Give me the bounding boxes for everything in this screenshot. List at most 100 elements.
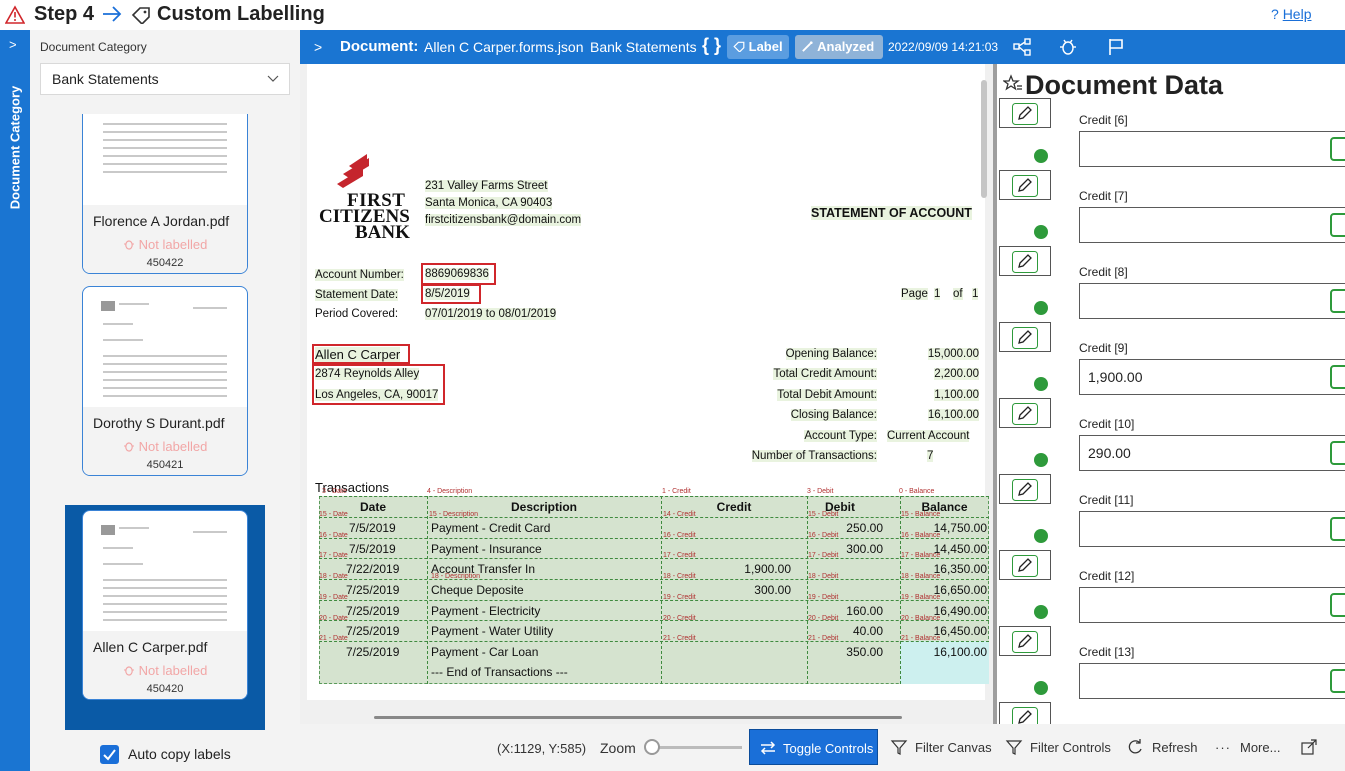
table-cell-description[interactable]: Payment - Car Loan <box>431 645 538 659</box>
filter-controls-button[interactable]: Filter Controls <box>1030 740 1111 755</box>
table-cell-date[interactable]: 7/25/2019 <box>346 604 399 618</box>
category-select[interactable]: Bank Statements <box>40 63 290 95</box>
filter-canvas-button[interactable]: Filter Canvas <box>915 740 992 755</box>
table-cell-balance[interactable]: 14,750.00 <box>934 521 987 535</box>
refresh-icon[interactable] <box>1126 738 1144 756</box>
label-box-customer-name[interactable] <box>312 344 410 364</box>
label-box-account-number[interactable] <box>421 263 496 285</box>
table-cell-credit[interactable]: 1,900.00 <box>744 562 791 576</box>
page-number[interactable]: 1 <box>934 288 941 300</box>
field-action-button[interactable] <box>1330 669 1345 693</box>
category-rail[interactable]: > Document Category <box>0 30 30 771</box>
summary-label[interactable]: Account Type: <box>804 430 877 442</box>
table-cell-balance[interactable]: 16,100.00 <box>934 645 987 659</box>
document-card[interactable]: Florence A Jordan.pdf Not labelled 45042… <box>82 114 248 274</box>
help-link[interactable]: ? Help <box>1271 6 1311 22</box>
field-input[interactable] <box>1079 207 1345 243</box>
edit-button[interactable] <box>999 322 1051 352</box>
summary-value[interactable]: 7 <box>927 450 934 462</box>
field-input[interactable]: 1,900.00 <box>1079 359 1345 395</box>
account-number-label[interactable]: Account Number: <box>315 269 404 281</box>
page-of[interactable]: of <box>953 288 963 300</box>
table-cell-debit[interactable]: 250.00 <box>846 521 883 535</box>
horizontal-scrollbar[interactable] <box>374 716 902 719</box>
field-input[interactable] <box>1079 663 1345 699</box>
field-action-button[interactable] <box>1330 213 1345 237</box>
label-box-customer-address[interactable] <box>312 364 445 405</box>
page-label[interactable]: Page <box>901 288 928 300</box>
summary-label[interactable]: Closing Balance: <box>790 409 877 421</box>
period-value[interactable]: 07/01/2019 to 08/01/2019 <box>425 308 557 320</box>
summary-value[interactable]: 2,200.00 <box>934 368 979 380</box>
field-input[interactable] <box>1079 587 1345 623</box>
summary-label[interactable]: Opening Balance: <box>785 348 877 360</box>
edit-button[interactable] <box>999 170 1051 200</box>
table-cell-debit[interactable]: 160.00 <box>846 604 883 618</box>
document-card[interactable]: Dorothy S Durant.pdf Not labelled 450421 <box>82 286 248 476</box>
table-cell-debit[interactable]: 350.00 <box>846 645 883 659</box>
share-icon[interactable] <box>1012 37 1032 57</box>
zoom-slider-track[interactable] <box>648 746 742 749</box>
field-action-button[interactable] <box>1330 517 1345 541</box>
json-braces-icon[interactable]: { } <box>702 35 721 56</box>
field-action-button[interactable] <box>1330 593 1345 617</box>
statement-title[interactable]: STATEMENT OF ACCOUNT <box>811 206 972 220</box>
summary-value[interactable]: 15,000.00 <box>927 348 979 360</box>
filter-icon[interactable] <box>890 738 908 756</box>
flag-icon[interactable] <box>1106 37 1126 57</box>
table-cell-description[interactable]: Payment - Water Utility <box>431 624 553 638</box>
refresh-button[interactable]: Refresh <box>1152 740 1198 755</box>
vertical-scrollbar[interactable] <box>981 80 987 198</box>
edit-button[interactable] <box>999 474 1051 504</box>
table-cell-description[interactable]: Cheque Deposite <box>431 583 524 597</box>
table-cell-debit[interactable]: 300.00 <box>846 542 883 556</box>
summary-label[interactable]: Total Credit Amount: <box>773 368 877 380</box>
filter-icon[interactable] <box>1005 738 1023 756</box>
edit-button[interactable] <box>999 550 1051 580</box>
popout-icon[interactable] <box>1300 738 1318 756</box>
checkbox-checked[interactable] <box>100 745 119 764</box>
table-cell-date[interactable]: 7/25/2019 <box>346 624 399 638</box>
field-action-button[interactable] <box>1330 137 1345 161</box>
toggle-controls-button[interactable]: Toggle Controls <box>749 729 878 765</box>
more-ellipsis-icon[interactable]: ··· <box>1215 740 1231 755</box>
bug-icon[interactable] <box>1058 37 1078 57</box>
edit-button[interactable] <box>999 398 1051 428</box>
table-cell-description[interactable]: Payment - Credit Card <box>431 521 550 535</box>
field-action-button[interactable] <box>1330 289 1345 313</box>
chevron-right-icon[interactable]: > <box>9 37 17 52</box>
table-cell-date[interactable]: 7/5/2019 <box>349 521 396 535</box>
field-input[interactable]: 290.00 <box>1079 435 1345 471</box>
field-input[interactable] <box>1079 131 1345 167</box>
summary-label[interactable]: Total Debit Amount: <box>777 389 877 401</box>
field-input[interactable] <box>1079 511 1345 547</box>
table-cell-description[interactable]: Payment - Electricity <box>431 604 540 618</box>
table-cell-balance[interactable]: 16,490.00 <box>934 604 987 618</box>
field-action-button[interactable] <box>1330 441 1345 465</box>
bank-address-1[interactable]: 231 Valley Farms Street <box>425 180 548 192</box>
more-button[interactable]: More... <box>1240 740 1280 755</box>
table-cell-balance[interactable]: 16,450.00 <box>934 624 987 638</box>
edit-button[interactable] <box>999 626 1051 656</box>
table-cell-date[interactable]: 7/25/2019 <box>346 645 399 659</box>
table-cell-date[interactable]: 7/5/2019 <box>349 542 396 556</box>
label-box-statement-date[interactable] <box>421 284 481 304</box>
chevron-right-icon[interactable]: > <box>314 39 322 55</box>
summary-value[interactable]: 16,100.00 <box>927 409 979 421</box>
summary-value[interactable]: Current Account <box>887 430 970 442</box>
table-cell-balance[interactable]: 16,350.00 <box>934 562 987 576</box>
statement-date-label[interactable]: Statement Date: <box>315 289 399 301</box>
page-total[interactable]: 1 <box>972 288 979 300</box>
table-cell-date[interactable]: 7/25/2019 <box>346 583 399 597</box>
table-cell-credit[interactable]: 300.00 <box>754 583 791 597</box>
document-canvas[interactable]: FIRST CITIZENS BANK 231 Valley Farms Str… <box>300 64 993 724</box>
field-input[interactable] <box>1079 283 1345 319</box>
table-cell-date[interactable]: 7/22/2019 <box>346 562 399 576</box>
table-cell-balance[interactable]: 14,450.00 <box>934 542 987 556</box>
table-cell-debit[interactable]: 40.00 <box>853 624 883 638</box>
edit-button[interactable] <box>999 246 1051 276</box>
edit-button[interactable] <box>999 98 1051 128</box>
table-cell-balance[interactable]: 16,650.00 <box>934 583 987 597</box>
field-action-button[interactable] <box>1330 365 1345 389</box>
bank-address-2[interactable]: Santa Monica, CA 90403 <box>425 197 553 209</box>
